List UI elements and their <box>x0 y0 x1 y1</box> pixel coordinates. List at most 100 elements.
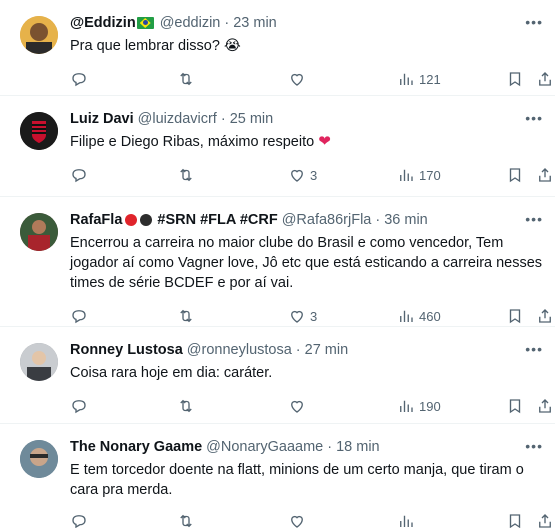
like-icon <box>291 515 303 528</box>
bookmark-button[interactable] <box>506 70 524 88</box>
share-button[interactable] <box>536 397 554 415</box>
separator-dot: · <box>224 15 230 31</box>
brazil-flag-icon <box>136 17 154 29</box>
tweet[interactable]: The Nonary Gaame @NonaryGaaame · 18 min … <box>0 424 555 528</box>
tweet-text: Encerrou a carreira no maior clube do Br… <box>70 235 543 291</box>
more-icon[interactable]: ••• <box>525 438 543 454</box>
black-circle-emoji-icon <box>140 214 153 226</box>
reply-icon <box>72 73 86 87</box>
user-handle[interactable]: @Rafa86rjFla <box>282 211 372 229</box>
views-icon <box>400 310 413 322</box>
views-count: 170 <box>419 167 441 183</box>
avatar[interactable] <box>20 16 58 54</box>
views-icon <box>400 73 413 85</box>
bookmark-icon <box>509 168 521 183</box>
retweet-icon <box>180 309 192 323</box>
views-icon <box>400 515 413 527</box>
retweet-button[interactable] <box>177 307 195 325</box>
tweet-actions: 3 170 <box>70 156 551 196</box>
views-button[interactable]: 460 <box>397 307 441 325</box>
more-icon[interactable]: ••• <box>525 110 543 126</box>
avatar[interactable] <box>20 343 58 381</box>
retweet-button[interactable] <box>177 397 195 415</box>
reply-icon <box>72 400 86 414</box>
display-name[interactable]: @Eddizin <box>70 14 136 32</box>
like-button[interactable] <box>288 397 306 415</box>
tweet[interactable]: RafaFla #SRN #FLA #CRF @Rafa86rjFla · 36… <box>0 197 555 327</box>
share-button[interactable] <box>536 70 554 88</box>
like-count: 3 <box>310 167 318 183</box>
separator-dot: · <box>375 212 381 228</box>
share-icon <box>539 514 551 528</box>
tweet[interactable]: @Eddizin @eddizin · 23 min ••• Pra que l… <box>0 0 555 96</box>
reply-button[interactable] <box>70 166 88 184</box>
tweet-header: Ronney Lustosa @ronneylustosa · 27 min <box>70 341 543 359</box>
tweet-header: @Eddizin @eddizin · 23 min <box>70 14 543 32</box>
bookmark-icon <box>509 72 521 87</box>
retweet-button[interactable] <box>177 70 195 88</box>
tweet[interactable]: Luiz Davi @luizdavicrf · 25 min ••• Fili… <box>0 96 555 197</box>
tweet[interactable]: Ronney Lustosa @ronneylustosa · 27 min •… <box>0 327 555 424</box>
reply-button[interactable] <box>70 397 88 415</box>
retweet-icon <box>180 72 192 86</box>
more-icon[interactable]: ••• <box>525 14 543 30</box>
reply-button[interactable] <box>70 307 88 325</box>
views-button[interactable]: 121 <box>397 70 441 88</box>
views-button[interactable]: 170 <box>397 166 441 184</box>
timestamp[interactable]: 23 min <box>233 14 277 32</box>
separator-dot: · <box>295 342 301 358</box>
timestamp[interactable]: 36 min <box>384 211 428 229</box>
avatar[interactable] <box>20 112 58 150</box>
user-handle[interactable]: @NonaryGaaame <box>206 438 323 456</box>
more-icon[interactable]: ••• <box>525 341 543 357</box>
retweet-button[interactable] <box>177 512 195 528</box>
user-handle[interactable]: @eddizin <box>160 14 221 32</box>
views-button[interactable] <box>397 512 415 528</box>
reply-icon <box>72 169 86 183</box>
bookmark-button[interactable] <box>506 166 524 184</box>
avatar[interactable] <box>20 213 58 251</box>
retweet-icon <box>180 168 192 182</box>
timestamp[interactable]: 25 min <box>230 110 274 128</box>
tweet-header: RafaFla #SRN #FLA #CRF @Rafa86rjFla · 36… <box>70 211 543 229</box>
share-icon <box>539 399 551 413</box>
share-button[interactable] <box>536 512 554 528</box>
bookmark-button[interactable] <box>506 512 524 528</box>
views-button[interactable]: 190 <box>397 397 441 415</box>
reply-button[interactable] <box>70 70 88 88</box>
user-handle[interactable]: @luizdavicrf <box>138 110 217 128</box>
tweet-text: Coisa rara hoje em dia: caráter. <box>70 365 273 381</box>
bookmark-button[interactable] <box>506 397 524 415</box>
avatar[interactable] <box>20 440 58 478</box>
tweet-text: E tem torcedor doente na flatt, minions … <box>70 462 524 498</box>
views-icon <box>400 400 413 412</box>
timestamp[interactable]: 18 min <box>336 438 380 456</box>
retweet-icon <box>180 514 192 528</box>
tweet-header: The Nonary Gaame @NonaryGaaame · 18 min <box>70 438 543 456</box>
display-name[interactable]: Ronney Lustosa <box>70 341 183 359</box>
like-button[interactable] <box>288 70 306 88</box>
share-icon <box>539 168 551 182</box>
bookmark-icon <box>509 309 521 324</box>
bookmark-button[interactable] <box>506 307 524 325</box>
more-icon[interactable]: ••• <box>525 211 543 227</box>
like-button[interactable]: 3 <box>288 307 317 325</box>
views-count: 460 <box>419 308 441 324</box>
tweet-text: Filipe e Diego Ribas, máximo respeito ❤ <box>70 132 543 152</box>
reply-button[interactable] <box>70 512 88 528</box>
retweet-button[interactable] <box>177 166 195 184</box>
share-button[interactable] <box>536 307 554 325</box>
like-button[interactable]: 3 <box>288 166 317 184</box>
reply-feed: @Eddizin @eddizin · 23 min ••• Pra que l… <box>0 0 555 528</box>
tweet-header: Luiz Davi @luizdavicrf · 25 min <box>70 110 543 128</box>
display-name[interactable]: RafaFla <box>70 211 122 229</box>
display-name[interactable]: The Nonary Gaame <box>70 438 202 456</box>
display-name[interactable]: Luiz Davi <box>70 110 134 128</box>
user-handle[interactable]: @ronneylustosa <box>187 341 292 359</box>
like-count: 3 <box>310 308 318 324</box>
like-button[interactable] <box>288 512 306 528</box>
tweet-text-body: Filipe e Diego Ribas, máximo respeito <box>70 134 315 150</box>
share-icon <box>539 72 551 86</box>
share-button[interactable] <box>536 166 554 184</box>
timestamp[interactable]: 27 min <box>305 341 349 359</box>
